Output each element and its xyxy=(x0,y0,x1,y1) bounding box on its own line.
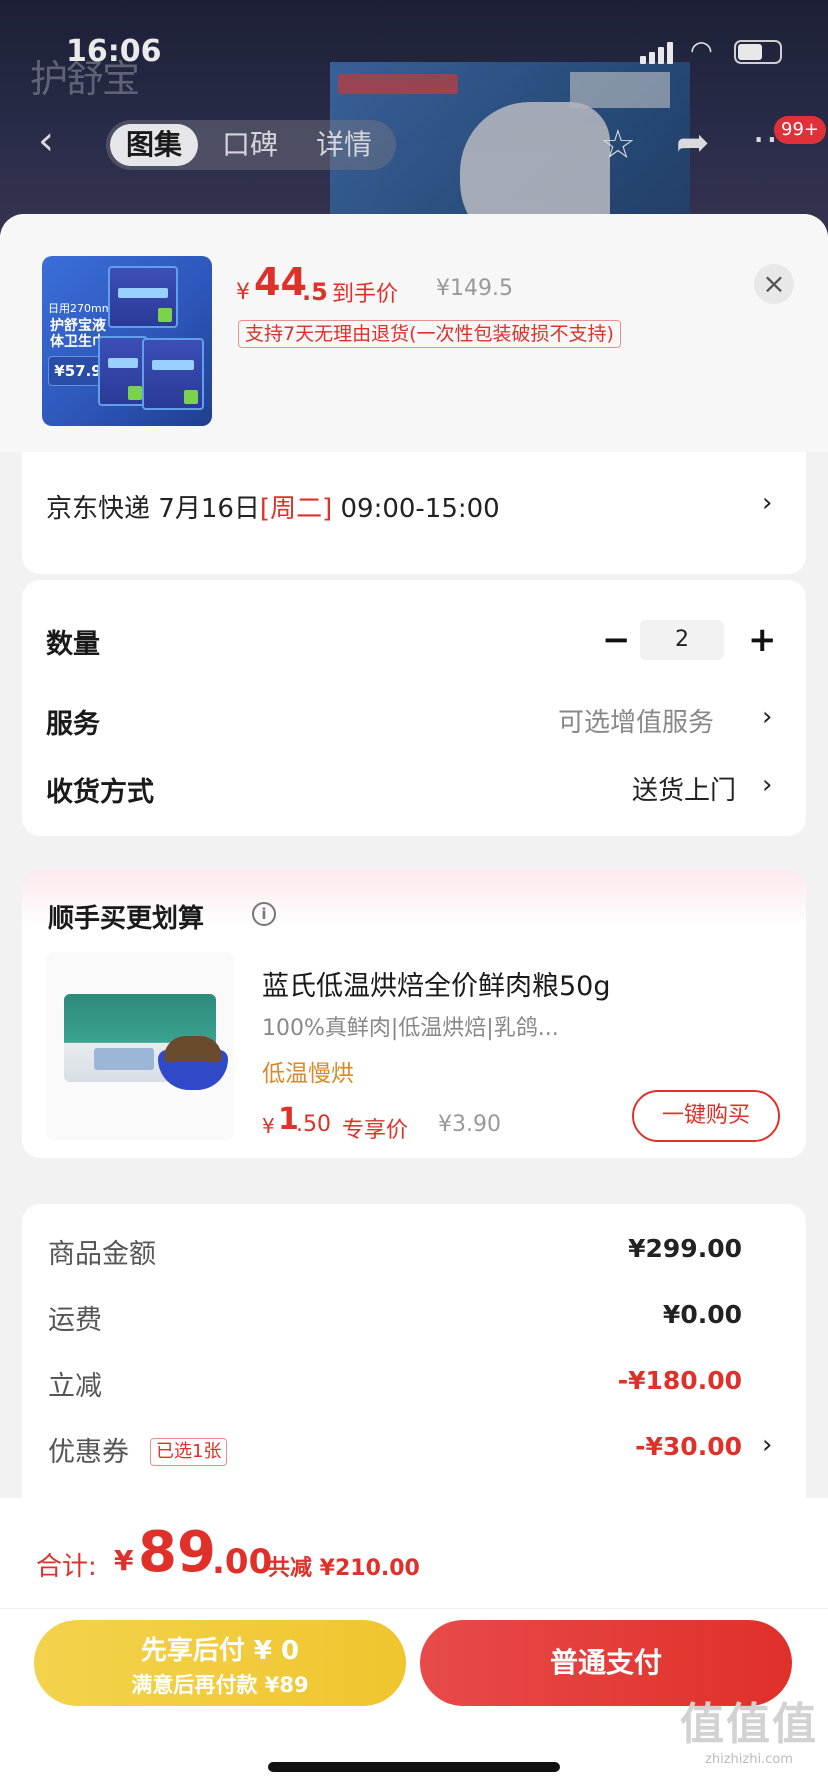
quantity-plus-button[interactable]: + xyxy=(748,620,777,660)
total-label: 合计: xyxy=(36,1552,97,1582)
back-icon[interactable]: ‹ xyxy=(38,118,54,164)
home-indicator[interactable] xyxy=(268,1762,560,1772)
service-value[interactable]: 可选增值服务 xyxy=(558,702,714,739)
one-click-buy-button[interactable]: 一键购买 xyxy=(632,1090,780,1142)
coupon-label: 优惠券 xyxy=(48,1437,129,1468)
product-thumbnail: 日用270mm*30片 护舒宝液体卫生巾 ¥57.9 xyxy=(42,256,212,426)
chevron-right-icon: › xyxy=(762,488,773,518)
recommended-item-original-price: ¥3.90 xyxy=(438,1112,501,1137)
wifi-icon: ◠ xyxy=(690,36,713,66)
sheet-header: 日用270mm*30片 护舒宝液体卫生巾 ¥57.9 ¥ 44 .5 到手价 ¥… xyxy=(0,214,828,452)
battery-icon xyxy=(734,40,782,64)
quantity-input[interactable]: 2 xyxy=(640,620,724,660)
total-saved: 共减 ¥210.00 xyxy=(268,1556,420,1581)
checkout-bar: 合计: ¥ 89 .00 共减 ¥210.00 先享后付 ¥ 0 满意后再付款 … xyxy=(0,1498,828,1792)
tab-gallery[interactable]: 图集 xyxy=(110,124,199,166)
signal-icon xyxy=(640,42,674,64)
nav-tabs: 图集 口碑 详情 xyxy=(106,120,396,170)
options-card: 数量 − 2 + 服务 可选增值服务 › 收货方式 送货上门 › xyxy=(22,580,806,836)
total-amount: 89 xyxy=(138,1520,216,1585)
receive-method-value[interactable]: 送货上门 xyxy=(632,770,736,807)
goods-amount-label: 商品金额 xyxy=(48,1239,156,1270)
favorite-star-icon[interactable]: ☆ xyxy=(600,122,636,168)
return-policy-tag: 支持7天无理由退货(一次性包装破损不支持) xyxy=(238,320,621,348)
recommended-item-image[interactable] xyxy=(46,952,234,1140)
delivery-card[interactable]: 京东快递 7月16日[周二] 09:00-15:00 › xyxy=(22,452,806,574)
original-price: ¥149.5 xyxy=(436,276,513,301)
discount-value: -¥180.00 xyxy=(617,1366,742,1395)
recommended-item-subtitle: 100%真鲜肉|低温烘焙|乳鸽... xyxy=(262,1016,559,1041)
share-icon[interactable]: ➦ xyxy=(676,120,710,166)
shipping-value: ¥0.00 xyxy=(662,1300,742,1329)
final-price: 44 xyxy=(254,260,307,304)
delivery-date: 7月16日 xyxy=(158,494,260,524)
status-time: 16:06 xyxy=(66,34,162,69)
recommended-item-name[interactable]: 蓝氏低温烘焙全价鲜肉粮50g xyxy=(262,964,611,1003)
delivery-weekday: [周二] xyxy=(259,494,333,524)
coupon-value[interactable]: -¥30.00 xyxy=(635,1432,742,1461)
coupon-selected-badge: 已选1张 xyxy=(150,1438,228,1466)
delivery-carrier: 京东快递 xyxy=(46,494,151,524)
quantity-minus-button[interactable]: − xyxy=(602,620,631,660)
status-bar: 16:06 ◠ xyxy=(0,0,828,100)
divider xyxy=(0,1608,828,1609)
pay-later-button[interactable]: 先享后付 ¥ 0 满意后再付款 ¥89 xyxy=(34,1620,406,1706)
chevron-right-icon[interactable]: › xyxy=(762,1430,772,1460)
tab-details[interactable]: 详情 xyxy=(316,120,372,170)
close-icon[interactable]: × xyxy=(754,264,794,304)
goods-amount-value: ¥299.00 xyxy=(628,1234,742,1263)
recommendation-card: 顺手买更划算 i 蓝氏低温烘焙全价鲜肉粮50g 100%真鲜肉|低温烘焙|乳鸽.… xyxy=(22,870,806,1158)
chevron-right-icon[interactable]: › xyxy=(762,702,772,732)
discount-label: 立减 xyxy=(48,1371,102,1402)
service-label: 服务 xyxy=(46,709,100,740)
recommendation-title: 顺手买更划算 xyxy=(48,904,205,934)
info-icon[interactable]: i xyxy=(252,902,276,926)
price-summary-card: 商品金额 ¥299.00 运费 ¥0.00 立减 -¥180.00 优惠券 已选… xyxy=(22,1204,806,1504)
tab-reviews[interactable]: 口碑 xyxy=(222,120,278,170)
message-badge: 99+ xyxy=(774,116,826,144)
recommended-item-feature: 低温慢烘 xyxy=(262,1061,354,1087)
quantity-label: 数量 xyxy=(46,629,100,660)
final-price-label: 到手价 xyxy=(332,282,399,307)
receive-method-label: 收货方式 xyxy=(46,777,154,808)
shipping-label: 运费 xyxy=(48,1305,102,1336)
watermark-logo: 值值值 zhizhizhi.com xyxy=(680,1699,818,1767)
delivery-window: 09:00-15:00 xyxy=(340,494,500,524)
product-nav-bar: ‹ 图集 口碑 详情 ☆ ➦ ⋯ 99+ xyxy=(0,110,828,180)
chevron-right-icon[interactable]: › xyxy=(762,770,772,800)
